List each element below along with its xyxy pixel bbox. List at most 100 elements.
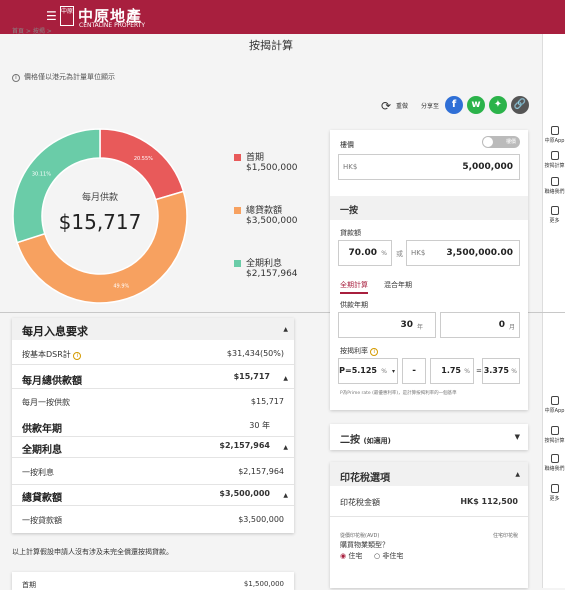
second-mortgage-title: 二按 (如適用) [340,435,391,446]
loan-title: 總貸款額 [22,493,62,504]
price-prefix: HK$ [343,163,358,171]
term-value: 30 年 [249,421,270,430]
nav-more[interactable]: 更多 [543,206,565,224]
loan-value: $3,500,000 [219,489,270,498]
divider [12,484,294,485]
nav-more-2[interactable]: 更多 [543,484,565,502]
first-mortgage-title: 一按 [340,206,359,216]
residential-stamp-label[interactable]: 住宅印花稅 [493,532,518,539]
or-label: 或 [396,250,403,258]
nav-contact-2[interactable]: 聯絡我們 [543,454,565,472]
nav-app[interactable]: 中原App [543,126,565,144]
nav-app-label: 中原App [544,138,565,144]
dsr-value: $31,434(50%) [226,349,284,358]
chat-icon [550,454,559,463]
price-input[interactable]: HK$ 5,000,000 [338,154,520,180]
divider [12,505,294,506]
redo-icon[interactable]: ⟳ [381,99,391,113]
monthly-first-value: $15,717 [250,397,284,406]
collapse-icon[interactable]: ▲ [283,326,288,333]
nav-app-2-label: 中原App [544,408,565,414]
nav-app-2[interactable]: 中原App [543,396,565,414]
whatsapp-icon[interactable]: w [467,96,485,114]
disclaimer: 以上計算假設申請人沒有涉及未完全償還按揭貸款。 [12,548,173,556]
loan-value-input[interactable]: HK$ 3,500,000.00 [406,240,520,266]
redo-label[interactable]: 重做 [396,101,408,110]
summary-panel: 每月入息要求 ▲ 按基本DSR計 i $31,434(50%) 每月總供款額 $… [12,318,294,533]
payment-chart-area: 20.55% 49.9% 30.11% 每月供款 $15,717 首期 $1,500… [0,90,320,310]
info-icon: i [12,74,20,82]
stamp-amount-label: 印花稅金額 [340,498,380,507]
legend-label: 全期利息 [246,259,283,269]
first-loan-value: $3,500,000 [238,515,284,524]
divider [12,388,294,389]
nav-more-2-label: 更多 [549,496,560,502]
toggle-knob [483,137,493,147]
grid-icon [550,484,559,493]
percent-unit: % [381,368,387,375]
logo-subtext: CENTALINE PROPERTY [79,22,146,29]
loan-prefix: HK$ [411,249,426,257]
phone-icon [550,126,559,135]
nav-contact-label: 聯絡我們 [544,189,565,195]
p-rate-select[interactable]: P=5.125 % ▾ [338,358,398,384]
option-residential[interactable]: ◉ 住宅 [340,551,362,561]
collapse-icon[interactable]: ▲ [283,444,288,451]
operator-select[interactable]: - [402,358,426,384]
avd-label[interactable]: 從價印花稅(AVD) [340,532,379,539]
operator-value: - [412,366,416,376]
percent-unit: % [464,368,470,375]
option-non-residential[interactable]: ○ 非住宅 [374,551,403,561]
spread-input[interactable]: 1.75 % [430,358,474,384]
tab-mixed-term[interactable]: 混合年期 [384,280,412,290]
result-rate-box: 3.375 % [482,358,520,384]
logo-mark[interactable]: 中原 [60,6,74,26]
collapse-icon[interactable]: ▲ [283,492,288,499]
phone-icon [550,396,559,405]
legend-label: 總貸款額 [246,206,283,216]
term-years-input[interactable]: 30 年 [338,312,436,338]
downpayment-label: 首期 [22,581,36,589]
tab-full-term[interactable]: 全期計算 [340,280,368,294]
chart-title: 每月供款 [82,191,118,203]
first-interest-label: 一按利息 [22,468,54,477]
nav-mortgage-calc-label: 按揭計算 [544,163,565,169]
downpayment-value: $1,500,000 [243,580,284,588]
interest-title: 全期利息 [22,445,62,456]
donut-slice[interactable] [99,128,185,201]
collapse-icon[interactable]: ▲ [283,375,288,382]
rate-label: 按揭利率 i [340,346,382,356]
nav-mortgage-calc[interactable]: 按揭計算 [543,151,565,169]
stamp-duty-title: 印花稅選項 [340,473,390,484]
facebook-icon[interactable]: f [445,96,463,114]
menu-icon[interactable]: ☰ [46,9,57,23]
nav-mortgage-calc-2-label: 按揭計算 [544,438,565,444]
loan-amount-label: 貸款額 [340,229,361,237]
divider [12,457,294,458]
legend-label: 首期 [246,153,265,163]
right-quick-nav: 中原App 按揭計算 聯絡我們 更多 中原App 按揭計算 聯絡我們 更多 [542,34,565,588]
divider [12,364,294,365]
link-icon[interactable]: 🔗 [511,96,529,114]
price-label: 樓價 [340,141,354,149]
nav-contact[interactable]: 聯絡我們 [543,177,565,195]
info-icon[interactable]: i [370,348,379,356]
divider [12,436,294,437]
legend-swatch [234,207,241,214]
month-unit: 月 [508,324,515,331]
breadcrumb[interactable]: 首頁 > 按揭 > [12,26,52,35]
loan-value-text: 3,500,000.00 [446,248,513,258]
collapse-icon[interactable]: ▲ [515,471,520,478]
donut-slice-label: 20.55% [134,156,153,162]
chevron-down-icon[interactable]: ▼ [515,433,520,441]
price-toggle[interactable]: 樓價 [482,136,520,148]
nav-mortgage-calc-2[interactable]: 按揭計算 [543,426,565,444]
info-icon[interactable]: i [73,352,82,360]
interest-value: $2,157,964 [219,441,270,450]
percent-unit: % [511,368,517,375]
second-mortgage-panel[interactable]: 二按 (如適用) ▼ [330,424,528,450]
caret-down-icon: ▾ [391,368,395,375]
wechat-icon[interactable]: ✦ [489,96,507,114]
loan-percent-input[interactable]: 70.00 % [338,240,392,266]
term-months-input[interactable]: 0 月 [440,312,520,338]
